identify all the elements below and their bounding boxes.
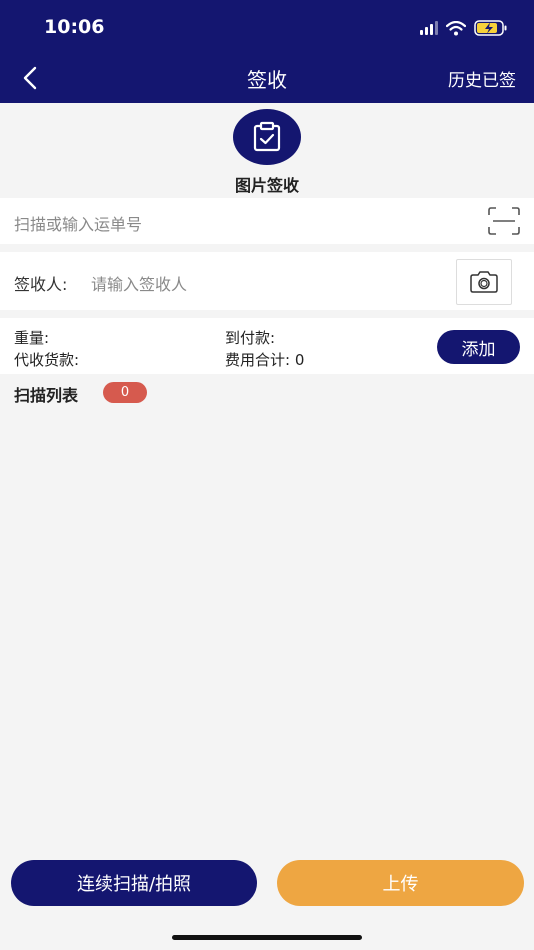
waybill-input[interactable]: 扫描或输入运单号 [14, 211, 142, 235]
total-fee-label: 费用合计: 0 [225, 351, 305, 369]
fees-row: 重量: 代收货款: 到付款: 费用合计: 0 添加 [0, 318, 534, 374]
weight-label: 重量: [14, 329, 50, 347]
top-bar: 10:06 签收 历史已签 [0, 0, 534, 103]
scan-list-title: 扫描列表 [14, 386, 79, 405]
signer-label: 签收人: [14, 275, 68, 294]
to-pay-label: 到付款: [225, 329, 276, 347]
wifi-icon [446, 20, 466, 35]
photo-sign-label: 图片签收 [234, 176, 299, 195]
waybill-row: 扫描或输入运单号 [0, 198, 534, 244]
battery-icon [474, 20, 507, 36]
continuous-scan-button[interactable]: 连续扫描/拍照 [11, 860, 257, 906]
home-indicator [172, 935, 362, 940]
status-icons [420, 18, 508, 38]
camera-button[interactable] [456, 259, 512, 305]
history-signed-link[interactable]: 历史已签 [448, 66, 516, 91]
status-time: 10:06 [44, 16, 105, 38]
upload-button[interactable]: 上传 [277, 860, 524, 906]
scan-frame-icon[interactable] [488, 207, 520, 235]
add-button[interactable]: 添加 [437, 330, 520, 364]
scan-count-badge: 0 [103, 382, 147, 403]
cod-label: 代收货款: [14, 351, 80, 369]
signal-icon [420, 21, 438, 35]
camera-icon [470, 271, 498, 293]
photo-sign-button[interactable] [233, 109, 301, 165]
signer-row: 签收人: 请输入签收人 [0, 252, 534, 310]
clipboard-check-icon [253, 121, 281, 152]
signer-input[interactable]: 请输入签收人 [91, 271, 187, 295]
